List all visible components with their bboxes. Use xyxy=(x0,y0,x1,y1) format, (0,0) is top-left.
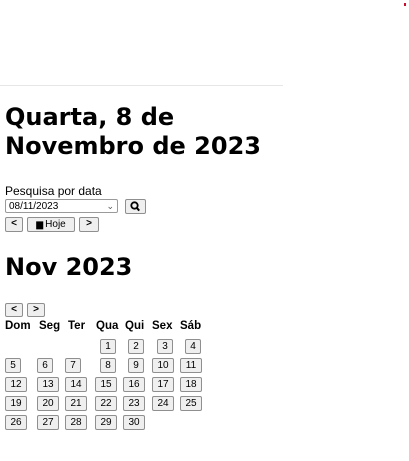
date-input[interactable]: 08/11/2023 ⌄ xyxy=(5,199,118,213)
calendar-day[interactable]: 10 xyxy=(152,358,174,373)
calendar-day[interactable]: 18 xyxy=(180,377,202,392)
page-title: Quarta, 8 de Novembro de 2023 xyxy=(5,103,261,160)
calendar-day[interactable]: 20 xyxy=(37,396,59,411)
weekday-header: Qua xyxy=(96,320,119,332)
calendar-day[interactable]: 17 xyxy=(152,377,174,392)
calendar-day[interactable]: 1 xyxy=(100,339,116,354)
chevron-down-icon: ⌄ xyxy=(106,201,114,211)
calendar-day[interactable]: 4 xyxy=(185,339,201,354)
calendar-icon: ▆ xyxy=(36,219,44,229)
weekday-header: Sáb xyxy=(180,320,202,332)
calendar-day[interactable]: 28 xyxy=(65,415,87,430)
month-title: Nov 2023 xyxy=(5,253,133,281)
calendar-day[interactable]: 30 xyxy=(123,415,145,430)
calendar-day[interactable]: 29 xyxy=(95,415,117,430)
status-dot xyxy=(404,3,406,6)
calendar-day[interactable]: 24 xyxy=(152,396,174,411)
weekday-header: Qui xyxy=(125,320,145,332)
calendar-day[interactable]: 13 xyxy=(37,377,59,392)
calendar-day[interactable]: 9 xyxy=(128,358,144,373)
date-input-value: 08/11/2023 xyxy=(9,201,59,212)
calendar-day[interactable]: 26 xyxy=(5,415,27,430)
calendar-day[interactable]: 27 xyxy=(37,415,59,430)
today-button[interactable]: ▆ Hoje xyxy=(27,217,75,232)
weekday-header: Ter xyxy=(68,320,86,332)
calendar-day[interactable]: 16 xyxy=(123,377,145,392)
calendar-day[interactable]: 3 xyxy=(157,339,173,354)
calendar-day[interactable]: 25 xyxy=(180,396,202,411)
calendar-day[interactable]: 19 xyxy=(5,396,27,411)
calendar-day[interactable]: 22 xyxy=(95,396,117,411)
calendar-day[interactable]: 15 xyxy=(95,377,117,392)
next-month-button[interactable]: > xyxy=(27,303,45,317)
divider xyxy=(0,85,283,86)
search-button[interactable] xyxy=(125,199,146,214)
prev-day-button[interactable]: < xyxy=(5,217,23,232)
calendar-day[interactable]: 21 xyxy=(65,396,87,411)
weekday-header: Seg xyxy=(39,320,61,332)
today-label: Hoje xyxy=(45,219,66,230)
calendar-day[interactable]: 14 xyxy=(65,377,87,392)
calendar-day[interactable]: 23 xyxy=(123,396,145,411)
weekday-header: Sex xyxy=(152,320,173,332)
prev-month-button[interactable]: < xyxy=(5,303,23,317)
calendar-day[interactable]: 2 xyxy=(128,339,144,354)
calendar-day[interactable]: 7 xyxy=(65,358,81,373)
weekday-header: Dom xyxy=(5,320,31,332)
search-label: Pesquisa por data xyxy=(5,184,102,198)
next-day-button[interactable]: > xyxy=(79,217,99,232)
search-icon xyxy=(130,201,140,212)
calendar-day[interactable]: 6 xyxy=(37,358,53,373)
calendar-day[interactable]: 12 xyxy=(5,377,27,392)
calendar-day[interactable]: 11 xyxy=(180,358,202,373)
calendar-day[interactable]: 8 xyxy=(100,358,116,373)
calendar-day[interactable]: 5 xyxy=(5,358,21,373)
